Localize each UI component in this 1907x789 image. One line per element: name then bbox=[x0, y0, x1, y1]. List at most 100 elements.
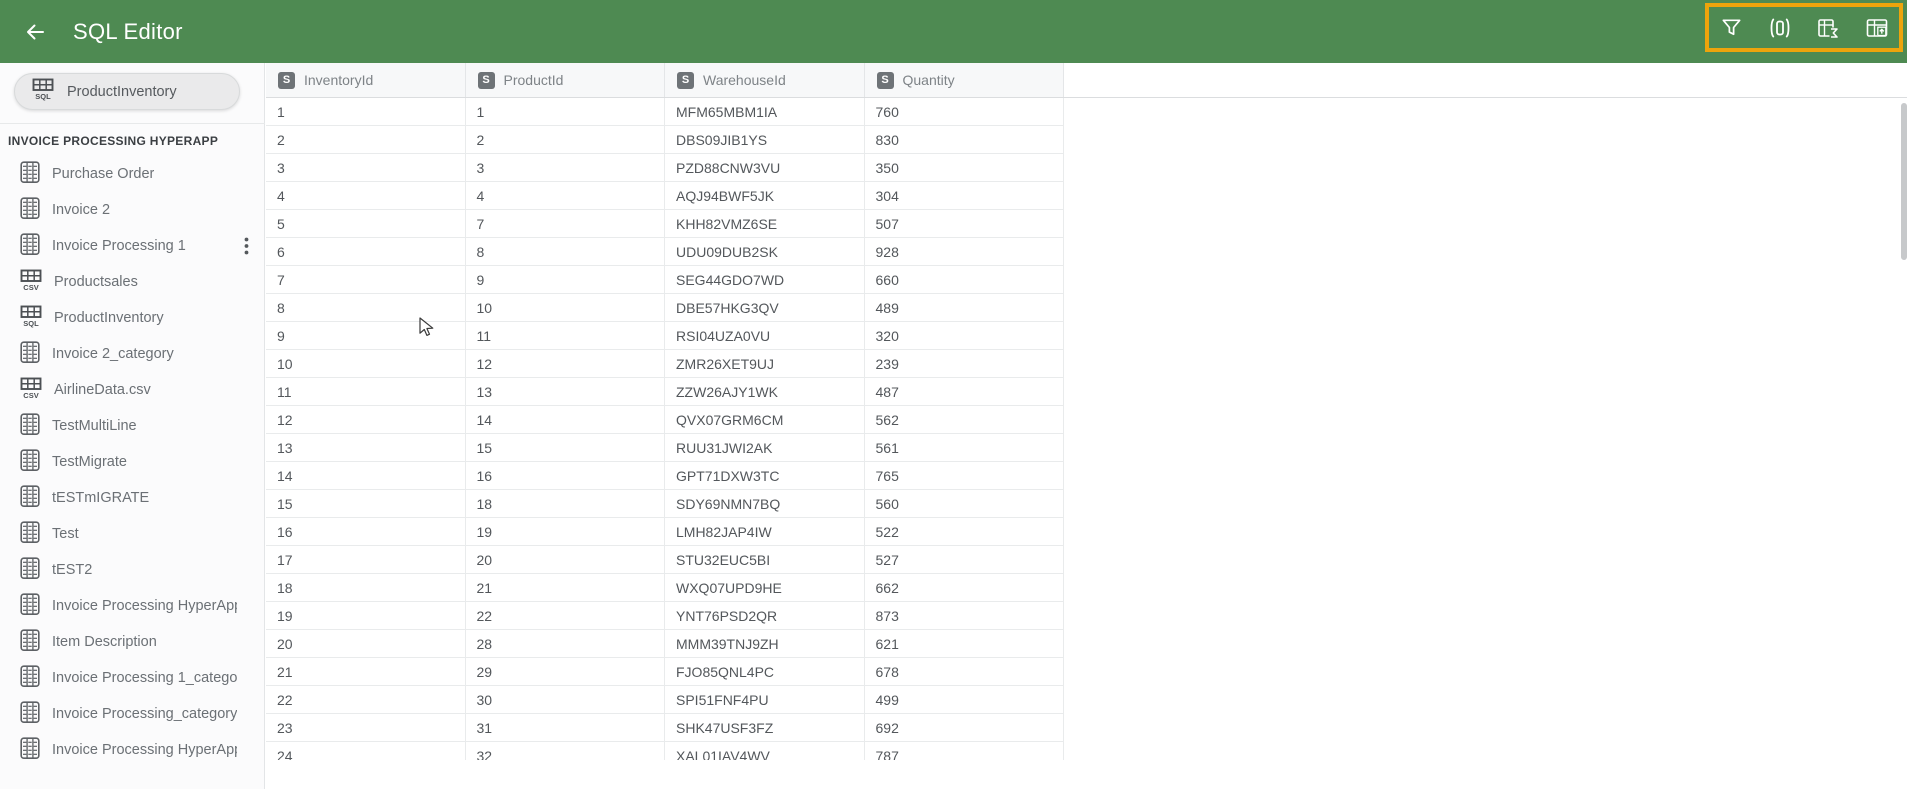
table-cell[interactable]: 14 bbox=[466, 406, 665, 433]
table-cell[interactable]: 487 bbox=[865, 378, 1064, 405]
table-cell[interactable]: 10 bbox=[266, 350, 466, 377]
table-cell[interactable]: 522 bbox=[865, 518, 1064, 545]
sidebar-item[interactable]: CSV Productsales bbox=[0, 264, 265, 300]
column-header[interactable]: S InventoryId bbox=[266, 63, 466, 97]
table-cell[interactable]: RSI04UZA0VU bbox=[665, 322, 865, 349]
sidebar-item[interactable]: Invoice Processing_category bbox=[0, 696, 265, 732]
table-cell[interactable]: 660 bbox=[865, 266, 1064, 293]
table-cell[interactable]: 8 bbox=[466, 238, 665, 265]
table-cell[interactable]: 10 bbox=[466, 294, 665, 321]
table-cell[interactable]: 4 bbox=[466, 182, 665, 209]
table-cell[interactable]: 21 bbox=[266, 658, 466, 685]
table-cell[interactable]: UDU09DUB2SK bbox=[665, 238, 865, 265]
sidebar-item[interactable]: Invoice 2_category bbox=[0, 336, 265, 372]
table-cell[interactable]: 18 bbox=[266, 574, 466, 601]
table-cell[interactable]: LMH82JAP4IW bbox=[665, 518, 865, 545]
table-cell[interactable]: 31 bbox=[466, 714, 665, 741]
table-cell[interactable]: 830 bbox=[865, 126, 1064, 153]
table-cell[interactable]: AQJ94BWF5JK bbox=[665, 182, 865, 209]
table-cell[interactable]: 14 bbox=[266, 462, 466, 489]
table-cell[interactable]: WXQ07UPD9HE bbox=[665, 574, 865, 601]
fit-column-width-button[interactable] bbox=[1767, 15, 1793, 41]
column-header[interactable]: S Quantity bbox=[865, 63, 1064, 97]
table-cell[interactable]: 678 bbox=[865, 658, 1064, 685]
table-cell[interactable]: 19 bbox=[266, 602, 466, 629]
table-cell[interactable]: 560 bbox=[865, 490, 1064, 517]
sidebar-item[interactable]: Purchase Order bbox=[0, 156, 265, 192]
table-cell[interactable]: 23 bbox=[266, 714, 466, 741]
filter-button[interactable] bbox=[1718, 15, 1744, 41]
table-cell[interactable]: SHK47USF3FZ bbox=[665, 714, 865, 741]
table-cell[interactable]: 304 bbox=[865, 182, 1064, 209]
table-cell[interactable]: 765 bbox=[865, 462, 1064, 489]
table-cell[interactable]: 13 bbox=[466, 378, 665, 405]
table-cell[interactable]: 20 bbox=[466, 546, 665, 573]
open-table-pill[interactable]: SQL ProductInventory bbox=[14, 73, 240, 110]
table-cell[interactable]: 11 bbox=[266, 378, 466, 405]
sidebar-item[interactable]: Invoice Processing 1_category bbox=[0, 660, 265, 696]
table-cell[interactable]: 20 bbox=[266, 630, 466, 657]
table-cell[interactable]: 662 bbox=[865, 574, 1064, 601]
table-cell[interactable]: 22 bbox=[266, 686, 466, 713]
sidebar-item[interactable]: Test bbox=[0, 516, 265, 552]
sidebar-item[interactable]: CSV AirlineData.csv bbox=[0, 372, 265, 408]
sidebar-item[interactable]: Invoice Processing HyperApp_... bbox=[0, 732, 265, 768]
export-table-button[interactable] bbox=[1864, 15, 1890, 41]
table-cell[interactable]: 28 bbox=[466, 630, 665, 657]
table-cell[interactable]: YNT76PSD2QR bbox=[665, 602, 865, 629]
table-cell[interactable]: 2 bbox=[266, 126, 466, 153]
table-cell[interactable]: 16 bbox=[266, 518, 466, 545]
table-cell[interactable]: 15 bbox=[466, 434, 665, 461]
table-cell[interactable]: 30 bbox=[466, 686, 665, 713]
table-cell[interactable]: 21 bbox=[466, 574, 665, 601]
sidebar-item[interactable]: TestMigrate bbox=[0, 444, 265, 480]
table-cell[interactable]: 561 bbox=[865, 434, 1064, 461]
table-cell[interactable]: 12 bbox=[466, 350, 665, 377]
table-cell[interactable]: 5 bbox=[266, 210, 466, 237]
table-cell[interactable]: SEG44GDO7WD bbox=[665, 266, 865, 293]
table-cell[interactable]: 350 bbox=[865, 154, 1064, 181]
table-cell[interactable]: 489 bbox=[865, 294, 1064, 321]
table-cell[interactable]: 7 bbox=[466, 210, 665, 237]
table-cell[interactable]: 9 bbox=[266, 322, 466, 349]
sidebar-item[interactable]: tEST2 bbox=[0, 552, 265, 588]
table-cell[interactable]: ZZW26AJY1WK bbox=[665, 378, 865, 405]
table-cell[interactable]: 19 bbox=[466, 518, 665, 545]
table-cell[interactable]: RUU31JWI2AK bbox=[665, 434, 865, 461]
table-cell[interactable]: 11 bbox=[466, 322, 665, 349]
table-cell[interactable]: 4 bbox=[266, 182, 466, 209]
table-cell[interactable]: QVX07GRM6CM bbox=[665, 406, 865, 433]
table-cell[interactable]: 22 bbox=[466, 602, 665, 629]
table-cell[interactable]: MFM65MBM1IA bbox=[665, 98, 865, 125]
table-cell[interactable]: 9 bbox=[466, 266, 665, 293]
table-cell[interactable]: 621 bbox=[865, 630, 1064, 657]
table-cell[interactable]: 3 bbox=[266, 154, 466, 181]
table-cell[interactable]: 12 bbox=[266, 406, 466, 433]
column-header[interactable]: S WarehouseId bbox=[665, 63, 865, 97]
table-cell[interactable]: 692 bbox=[865, 714, 1064, 741]
vertical-scrollbar[interactable] bbox=[1901, 103, 1907, 260]
table-cell[interactable]: STU32EUC5BI bbox=[665, 546, 865, 573]
table-cell[interactable]: SDY69NMN7BQ bbox=[665, 490, 865, 517]
table-cell[interactable]: XAL01IAV4WV bbox=[665, 742, 865, 760]
sidebar-item[interactable]: Invoice 2 bbox=[0, 192, 265, 228]
sidebar-item[interactable]: Item Description bbox=[0, 624, 265, 660]
table-cell[interactable]: DBE57HKG3QV bbox=[665, 294, 865, 321]
table-cell[interactable]: 239 bbox=[865, 350, 1064, 377]
table-cell[interactable]: FJO85QNL4PC bbox=[665, 658, 865, 685]
table-cell[interactable]: GPT71DXW3TC bbox=[665, 462, 865, 489]
table-cell[interactable]: MMM39TNJ9ZH bbox=[665, 630, 865, 657]
table-cell[interactable]: 7 bbox=[266, 266, 466, 293]
table-cell[interactable]: PZD88CNW3VU bbox=[665, 154, 865, 181]
table-cell[interactable]: DBS09JIB1YS bbox=[665, 126, 865, 153]
table-cell[interactable]: SPI51FNF4PU bbox=[665, 686, 865, 713]
table-cell[interactable]: KHH82VMZ6SE bbox=[665, 210, 865, 237]
table-cell[interactable]: 8 bbox=[266, 294, 466, 321]
add-formula-column-button[interactable] bbox=[1815, 15, 1841, 41]
table-cell[interactable]: 320 bbox=[865, 322, 1064, 349]
table-cell[interactable]: 6 bbox=[266, 238, 466, 265]
table-cell[interactable]: 13 bbox=[266, 434, 466, 461]
table-cell[interactable]: 17 bbox=[266, 546, 466, 573]
table-cell[interactable]: 15 bbox=[266, 490, 466, 517]
table-cell[interactable]: 3 bbox=[466, 154, 665, 181]
